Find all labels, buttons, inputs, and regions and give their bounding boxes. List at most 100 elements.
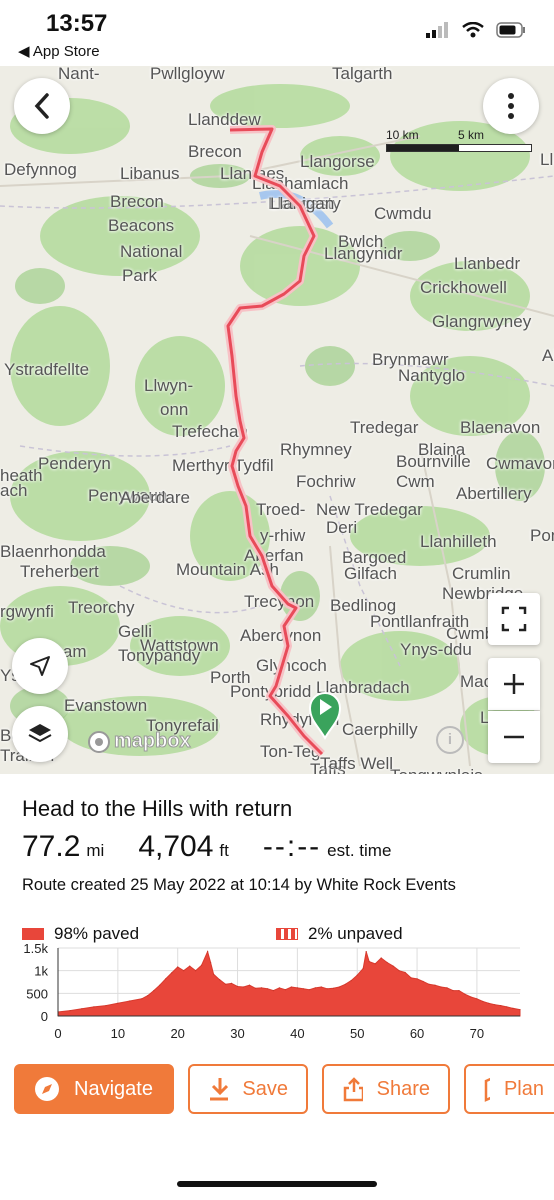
map-layers-button[interactable] <box>12 706 68 762</box>
x-tick-label: 50 <box>350 1026 364 1041</box>
elevation-point <box>129 1000 131 1002</box>
minus-icon <box>504 735 524 739</box>
elevation-point <box>422 980 424 983</box>
elevation-point <box>500 1005 502 1007</box>
elevation-point <box>482 1000 484 1003</box>
elevation-point <box>458 990 460 992</box>
elevation-point <box>386 961 388 964</box>
location-arrow-icon <box>30 656 50 676</box>
navigate-button[interactable]: Navigate <box>14 1064 174 1114</box>
elevation-point <box>210 961 212 964</box>
share-button[interactable]: Share <box>322 1064 450 1114</box>
elevation-point <box>398 970 400 972</box>
elevation-point <box>248 984 251 986</box>
elevation-point <box>278 987 280 989</box>
x-tick-label: 20 <box>170 1026 184 1041</box>
zoom-in-button[interactable] <box>488 658 540 710</box>
elevation-point <box>314 987 316 989</box>
y-tick-label: 1.5k <box>23 941 48 956</box>
elevation-point <box>344 983 346 985</box>
elevation-point <box>230 982 233 984</box>
route-created-info: Route created 25 May 2022 at 10:14 by Wh… <box>22 876 456 894</box>
x-tick-label: 0 <box>54 1026 61 1041</box>
route-title: Head to the Hills with return <box>22 796 293 821</box>
battery-icon <box>496 22 525 38</box>
distance-unit: mi <box>86 841 105 860</box>
elevation-point <box>159 984 161 986</box>
y-tick-label: 0 <box>41 1009 48 1024</box>
elevation-point <box>362 967 364 969</box>
chevron-left-icon <box>34 93 49 119</box>
elevation-point <box>404 971 406 974</box>
zoom-out-button[interactable] <box>488 711 540 763</box>
start-marker-icon[interactable] <box>308 664 342 740</box>
elevation-point <box>81 1008 83 1010</box>
back-to-app-store[interactable]: ◀︎ App Store <box>18 42 100 60</box>
fullscreen-icon <box>501 606 527 632</box>
elevation-value: 4,704 <box>138 830 214 863</box>
route-map[interactable]: Nant- Pwllgloyw Talgarth Llanddew Brecon Llan… <box>0 66 554 774</box>
elevation-point <box>320 986 322 988</box>
x-tick-label: 40 <box>290 1026 304 1041</box>
elevation-point <box>380 957 382 959</box>
action-bar: Navigate Save Share Plan <box>14 1064 554 1114</box>
elevation-point <box>266 988 269 990</box>
mapbox-wordmark: mapbox <box>114 730 192 753</box>
elevation-point <box>177 966 179 968</box>
elevation-point <box>117 1002 119 1004</box>
elevation-point <box>105 1005 107 1007</box>
elevation-point <box>326 988 328 990</box>
time-unit: est. time <box>327 841 392 860</box>
save-button[interactable]: Save <box>188 1064 308 1114</box>
elevation-point <box>452 990 454 992</box>
elevation-point <box>506 1006 508 1008</box>
elevation-point <box>416 978 418 980</box>
elevation-point <box>410 977 412 979</box>
fullscreen-button[interactable] <box>488 593 540 645</box>
scale-label-5km: 5 km <box>458 128 485 142</box>
elevation-point <box>141 998 143 1000</box>
elevation-point <box>69 1010 71 1012</box>
time-value: --:-- <box>262 830 322 863</box>
elevation-point <box>213 973 215 975</box>
elevation-point <box>446 987 448 989</box>
back-triangle-icon: ◀︎ <box>18 43 30 60</box>
elevation-point <box>476 998 478 1000</box>
elevation-point <box>254 987 257 989</box>
elevation-point <box>165 978 167 980</box>
locate-me-button[interactable] <box>12 638 68 694</box>
plus-icon <box>504 674 524 694</box>
route-overlay <box>224 125 342 757</box>
elevation-point <box>284 989 286 991</box>
elevation-point <box>338 986 340 988</box>
elevation-point <box>434 984 436 986</box>
more-vertical-icon <box>508 93 514 119</box>
elevation-point <box>201 964 203 966</box>
info-icon[interactable]: i <box>436 726 464 754</box>
signal-icon <box>426 22 448 38</box>
more-options-button[interactable] <box>483 78 539 134</box>
elevation-point <box>365 951 367 953</box>
plan-button[interactable]: Plan <box>464 1064 554 1114</box>
elevation-area <box>57 950 521 1017</box>
elevation-point <box>236 985 239 988</box>
elevation-point <box>494 1004 496 1006</box>
elevation-point <box>153 990 155 992</box>
mapbox-icon <box>88 730 110 753</box>
elevation-point <box>350 980 352 982</box>
mapbox-logo: mapbox <box>88 730 191 753</box>
x-tick-label: 60 <box>410 1026 424 1041</box>
system-icons <box>426 22 526 38</box>
elevation-point <box>296 987 298 989</box>
elevation-point <box>290 986 292 988</box>
wifi-icon <box>462 22 484 38</box>
layers-icon <box>28 724 52 743</box>
elevation-chart[interactable]: 0 500 1k 1.5k 0 10 20 30 40 50 60 70 <box>0 938 554 1048</box>
x-tick-label: 10 <box>111 1026 125 1041</box>
elevation-point <box>488 1002 490 1004</box>
route-stats: 77.2 mi 4,704 ft --:-- est. time <box>22 830 425 864</box>
x-tick-label: 30 <box>230 1026 244 1041</box>
elevation-point <box>512 1007 514 1009</box>
back-button[interactable] <box>14 78 70 134</box>
y-tick-label: 1k <box>34 964 48 979</box>
